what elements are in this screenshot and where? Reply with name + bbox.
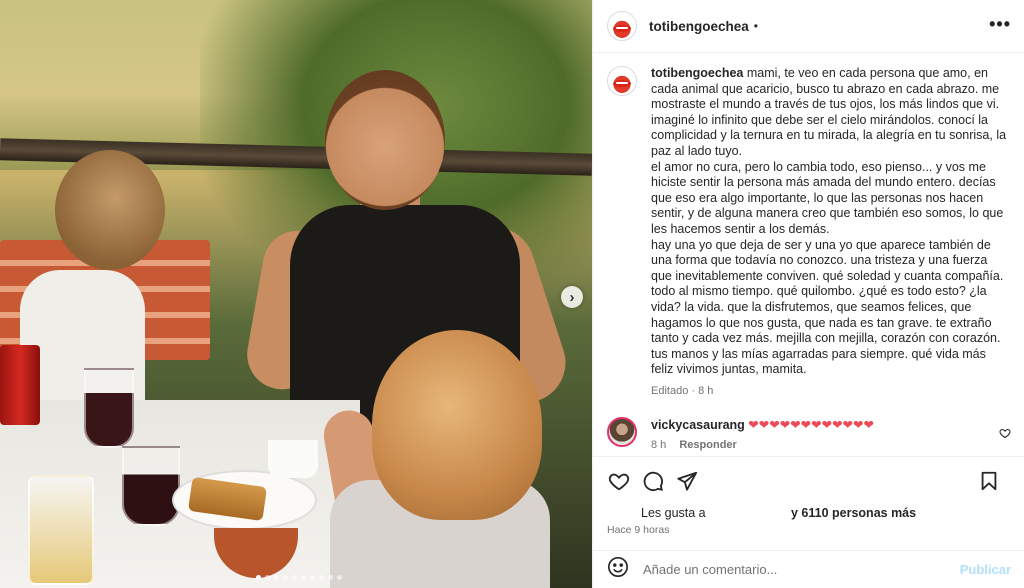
carousel-next-button[interactable]: ›: [561, 286, 583, 308]
comment-meta: 8 h Responder: [651, 437, 1001, 453]
carousel-dot: [301, 575, 306, 580]
likes-count[interactable]: y 6110 personas más: [791, 506, 916, 520]
comment-bar: Publicar: [593, 550, 1024, 588]
actions-section: [593, 456, 1024, 492]
comment-text: ❤❤❤❤❤❤❤❤❤❤❤❤: [748, 418, 874, 432]
avatar[interactable]: [607, 66, 637, 96]
carousel-dot: [328, 575, 333, 580]
header-separator: •: [753, 19, 758, 33]
comment-username[interactable]: vickycasaurang: [651, 418, 745, 432]
more-horizontal-icon[interactable]: •••: [989, 14, 1011, 35]
photo-girl-head: [372, 330, 542, 520]
comment-input[interactable]: [643, 562, 960, 577]
action-bar: [607, 467, 1011, 495]
heart-outline-icon[interactable]: [607, 469, 631, 493]
post-side-panel: totibengoechea • ••• totibengoechea mami…: [592, 0, 1024, 588]
post-timestamp[interactable]: Hace 9 horas: [607, 524, 669, 536]
smiley-icon[interactable]: [607, 556, 631, 584]
carousel-dot: [310, 575, 315, 580]
paper-plane-icon[interactable]: [675, 469, 699, 493]
post-comment-button[interactable]: Publicar: [960, 562, 1011, 577]
comment-body: vickycasaurang ❤❤❤❤❤❤❤❤❤❤❤❤ 8 h Responde…: [651, 417, 1001, 453]
photo-woman-head: [325, 70, 445, 210]
photo-wine-glass: [84, 368, 134, 448]
photo-boy-head: [55, 150, 165, 270]
photo-wine-glass: [122, 446, 180, 526]
comment-reply-button[interactable]: Responder: [679, 439, 736, 451]
header-username[interactable]: totibengoechea: [649, 19, 749, 34]
carousel-dot: [256, 575, 261, 580]
carousel-dot: [283, 575, 288, 580]
caption-edited-time: Editado · 8 h: [651, 384, 714, 397]
carousel-dot: [265, 575, 270, 580]
carousel-dots: [256, 575, 342, 580]
heart-outline-small-icon[interactable]: [999, 427, 1011, 442]
bookmark-icon[interactable]: [977, 469, 1001, 493]
carousel-dot: [337, 575, 342, 580]
carousel-dot: [292, 575, 297, 580]
carousel-dot: [274, 575, 279, 580]
lips-logo-teeth: [616, 26, 628, 29]
photo-soda-can: [0, 345, 40, 425]
avatar[interactable]: [607, 11, 637, 41]
comment-bubble-icon[interactable]: [641, 469, 665, 493]
comment-time: 8 h: [651, 439, 667, 451]
post-header: totibengoechea • •••: [593, 0, 1024, 53]
lips-logo-teeth: [616, 81, 628, 84]
comment-item: vickycasaurang ❤❤❤❤❤❤❤❤❤❤❤❤ 8 h Responde…: [607, 417, 1011, 453]
avatar[interactable]: [607, 417, 637, 447]
likes-prefix: Les gusta a: [641, 506, 706, 520]
photo-beer-mug: [28, 475, 94, 585]
photo-coffee-cup: [268, 440, 318, 478]
caption-text: mami, te veo en cada persona que amo, en…: [651, 66, 1007, 377]
carousel-dot: [319, 575, 324, 580]
post-photo[interactable]: ›: [0, 0, 592, 588]
caption-body: totibengoechea mami, te veo en cada pers…: [651, 66, 1011, 399]
caption-username[interactable]: totibengoechea: [651, 66, 743, 80]
chevron-right-icon: ›: [569, 288, 575, 306]
post-caption: totibengoechea mami, te veo en cada pers…: [607, 66, 1011, 399]
